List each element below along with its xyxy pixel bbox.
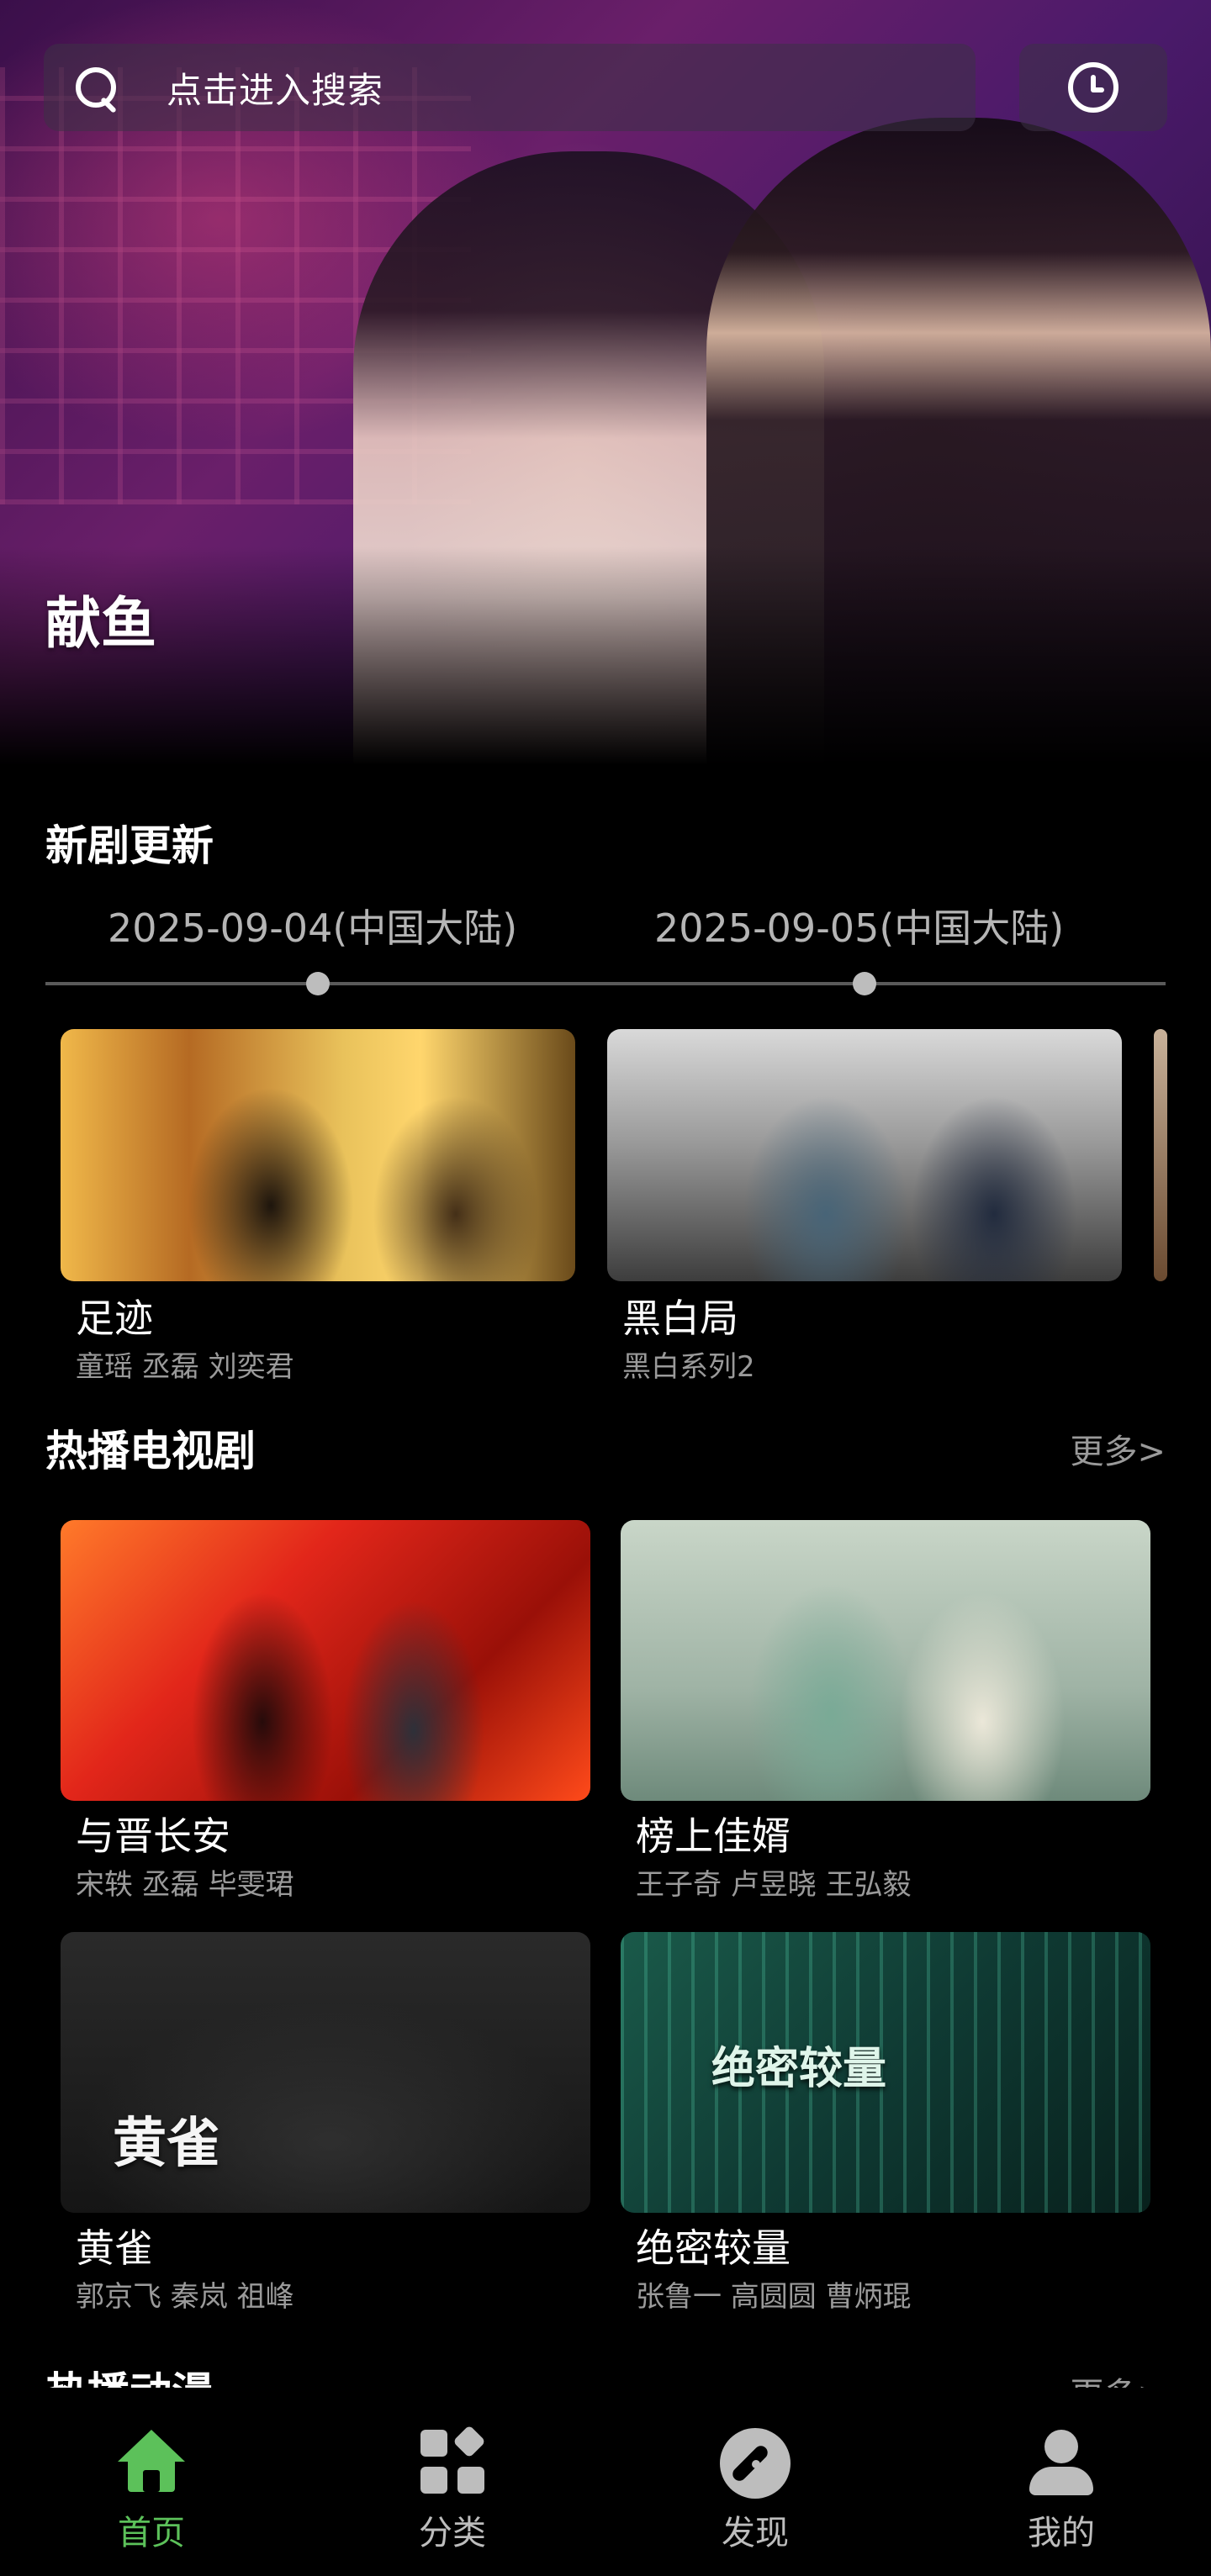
card-title[interactable]: 绝密较量 xyxy=(636,2218,791,2273)
nav-home-label[interactable]: 首页 xyxy=(67,2505,235,2554)
date-tab-2[interactable]: 2025-09-05(中国大陆) xyxy=(654,898,1064,953)
card-subtitle: 张鲁一 高圆圆 曹炳琨 xyxy=(636,2280,912,2314)
nav-discover-label[interactable]: 发现 xyxy=(671,2505,839,2554)
poster-title-text: 绝密较量 xyxy=(711,2044,887,2094)
nav-category-label[interactable]: 分类 xyxy=(368,2505,537,2554)
card-subtitle: 王子奇 卢昱晓 王弘毅 xyxy=(636,1868,912,1902)
card-subtitle: 宋轶 丞磊 毕雯珺 xyxy=(76,1868,294,1902)
poster-heibaiju[interactable] xyxy=(607,1029,1122,1281)
hero-fade-overlay xyxy=(0,546,1211,765)
card-title[interactable]: 与晋长安 xyxy=(76,1806,230,1861)
poster-juemijiaoliang[interactable]: 绝密较量 xyxy=(621,1932,1150,2213)
search-bar[interactable]: 点击进入搜索 xyxy=(44,44,976,131)
hot-tv-more-link[interactable]: 更多> xyxy=(1070,1424,1166,1473)
poster-bangshangjiaxu[interactable] xyxy=(621,1520,1150,1801)
search-placeholder: 点击进入搜索 xyxy=(167,69,384,111)
history-button[interactable] xyxy=(1019,44,1167,131)
timeline-dot-2[interactable] xyxy=(853,972,876,995)
category-icon[interactable] xyxy=(420,2425,486,2494)
poster-huangque[interactable]: 黄雀 xyxy=(61,1932,590,2213)
search-icon xyxy=(71,62,121,113)
card-title[interactable]: 黄雀 xyxy=(76,2218,153,2273)
timeline-dot-1[interactable] xyxy=(306,972,330,995)
poster-yujinchangan[interactable] xyxy=(61,1520,590,1801)
date-timeline xyxy=(45,982,1166,985)
card-subtitle: 郭京飞 秦岚 祖峰 xyxy=(76,2280,294,2314)
date-tab-1[interactable]: 2025-09-04(中国大陆) xyxy=(108,898,517,953)
hero-title[interactable]: 献鱼 xyxy=(45,578,156,659)
poster-zuji[interactable] xyxy=(61,1029,575,1281)
poster-peek[interactable] xyxy=(1154,1029,1167,1281)
new-updates-title: 新剧更新 xyxy=(45,821,214,870)
card-title[interactable]: 黑白局 xyxy=(622,1288,738,1343)
card-subtitle: 童瑶 丞磊 刘奕君 xyxy=(76,1350,294,1384)
hot-tv-title: 热播电视剧 xyxy=(45,1427,256,1475)
clock-icon xyxy=(1068,62,1118,113)
poster-title-text: 黄雀 xyxy=(113,2113,220,2175)
nav-me-label[interactable]: 我的 xyxy=(977,2505,1145,2554)
user-icon[interactable] xyxy=(1029,2430,1093,2495)
card-title[interactable]: 足迹 xyxy=(76,1288,153,1343)
card-title[interactable]: 榜上佳婿 xyxy=(636,1806,791,1861)
compass-icon[interactable] xyxy=(720,2428,791,2499)
home-icon[interactable] xyxy=(118,2430,185,2492)
card-subtitle: 黑白系列2 xyxy=(622,1350,755,1384)
